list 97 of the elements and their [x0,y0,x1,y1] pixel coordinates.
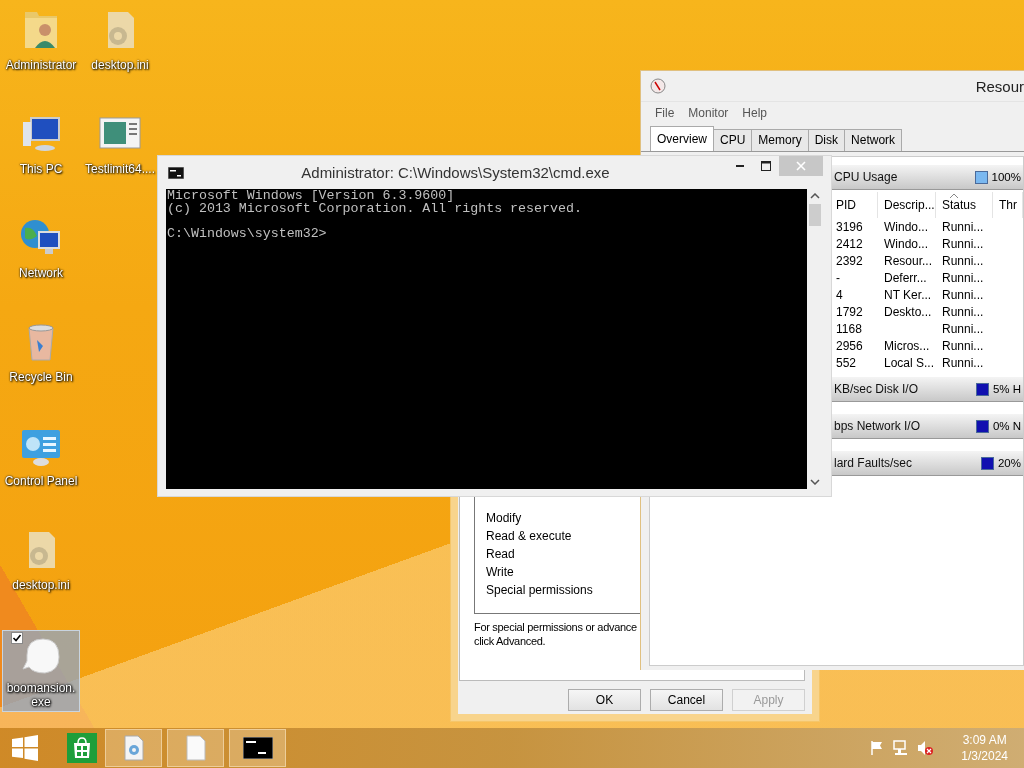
usage-reading: 5% H [992,383,1022,395]
table-cell-text: Runni... [941,355,985,370]
table-cell-text: Runni... [941,338,985,353]
process-row[interactable]: 2956 Micros... Runni... [830,337,1023,354]
table-cell-text: Runni... [941,321,985,336]
legend-swatch [980,456,994,470]
legend-swatch [974,170,988,184]
minimize-icon [736,165,744,167]
chevron-up-icon[interactable] [810,193,820,199]
table-cell-text: Runni... [941,287,985,302]
table-cell-text: 3196 [835,219,864,234]
console-line: Microsoft Windows [Version 6.3.9600] [167,190,456,203]
table-cell-text: Runni... [941,304,985,319]
table-cell-text: Deskto... [883,304,933,319]
console-line: (c) 2013 Microsoft Corporation. All rights reserved. [167,202,583,215]
network-icon[interactable] [893,740,910,756]
tab[interactable]: Overview [650,126,714,151]
command-prompt[interactable]: C:\Windows\system32> [167,227,807,240]
process-row[interactable]: 2412 Windo... Runni... [830,235,1023,252]
tab[interactable]: CPU [713,129,753,151]
process-row[interactable]: 1792 Deskto... Runni... [830,303,1023,320]
icon-label: desktop.ini [12,578,70,592]
start-icon[interactable] [12,735,38,761]
permission-item: Write [486,564,515,581]
table-cell-text: Runni... [941,236,985,251]
gauge-icon [650,78,666,94]
console-icon [168,167,184,179]
table-cell-text: Windo... [883,219,929,234]
menu-item[interactable]: Help [742,106,768,120]
table-cell-text: 1792 [835,304,864,319]
icon-label: Recycle Bin [9,370,73,384]
icon-label: Control Panel [4,474,78,488]
table-cell-text: Runni... [941,253,985,268]
checkbox[interactable] [11,632,23,644]
window-title: Resour [975,77,1024,95]
scroll-thumb[interactable] [809,204,821,226]
process-row[interactable]: 3196 Windo... Runni... [830,218,1023,235]
table-cell-text: 2956 [835,338,864,353]
table-cell-text: Micros... [883,338,931,353]
legend-swatch [975,419,989,433]
table-cell-text: Deferr... [883,270,928,285]
dialog-button[interactable]: Cancel [650,689,723,711]
table-cell-text: - [835,270,841,285]
icon-label: Testlimit64.... [85,162,155,176]
table-cell-text: Local S... [883,355,936,370]
table-cell-text: 2392 [835,253,864,268]
process-row[interactable]: 4 NT Ker... Runni... [830,286,1023,303]
table-cell-text: Runni... [941,270,985,285]
blank-document-icon [184,735,207,761]
close-icon [796,161,806,171]
process-row[interactable]: 2392 Resour... Runni... [830,252,1023,269]
menu-item[interactable]: File [655,106,675,120]
usage-reading: 100% [991,171,1022,183]
icon-label: Administrator [5,58,77,72]
icon-label: Network [19,266,63,280]
column-header[interactable]: Descrip... [878,192,936,218]
gear-document-icon [122,735,145,761]
permission-item: Read [486,546,516,563]
table-cell-text: 4 [835,287,844,302]
chevron-down-icon[interactable] [810,479,820,485]
table-cell-text: NT Ker... [883,287,933,302]
process-row[interactable]: 552 Local S... Runni... [830,354,1023,371]
permission-item: Special permissions [486,582,594,599]
maximize-icon [761,161,771,171]
section-title: lard Faults/sec [834,456,914,470]
table-cell-text: 2412 [835,236,864,251]
table-cell-text: Windo... [883,236,929,251]
legend-swatch [975,382,989,396]
console-icon [242,737,273,759]
table-cell-text: Resour... [883,253,934,268]
section-title: CPU Usage [834,170,899,184]
note-text: For special permissions or advance click Advanced. [474,620,638,648]
dialog-button[interactable]: OK [568,689,641,711]
icon-label: This PC [19,162,63,176]
table-cell-text: 1168 [835,321,863,336]
window-title: Administrator: C:\Windows\System32\cmd.exe [300,164,611,181]
taskbar-button[interactable] [229,729,286,767]
section-title: KB/sec Disk I/O [834,382,920,396]
usage-reading: 0% N [992,420,1022,432]
column-header[interactable]: Status [936,192,993,218]
table-cell-text: Runni... [941,219,985,234]
table-cell-text: 552 [835,355,858,370]
section-title: bps Network I/O [834,419,922,433]
process-row[interactable]: - Deferr... Runni... [830,269,1023,286]
speaker-muted-icon[interactable] [917,740,934,756]
tab[interactable]: Network [844,129,903,151]
menu-item[interactable]: Monitor [688,106,729,120]
icon-label: desktop.ini [91,58,149,72]
permission-item: Modify [486,510,523,527]
usage-reading: 20% [997,457,1022,469]
shopping-bag-icon[interactable] [67,733,97,763]
icon-label: boomansion.exe [5,681,77,709]
tab[interactable]: Disk [807,129,846,151]
permission-item: Read & execute [486,528,573,545]
column-header[interactable]: Thr [993,192,1023,218]
tab[interactable]: Memory [751,129,809,151]
process-row[interactable]: 1168 Runni... [830,320,1023,337]
